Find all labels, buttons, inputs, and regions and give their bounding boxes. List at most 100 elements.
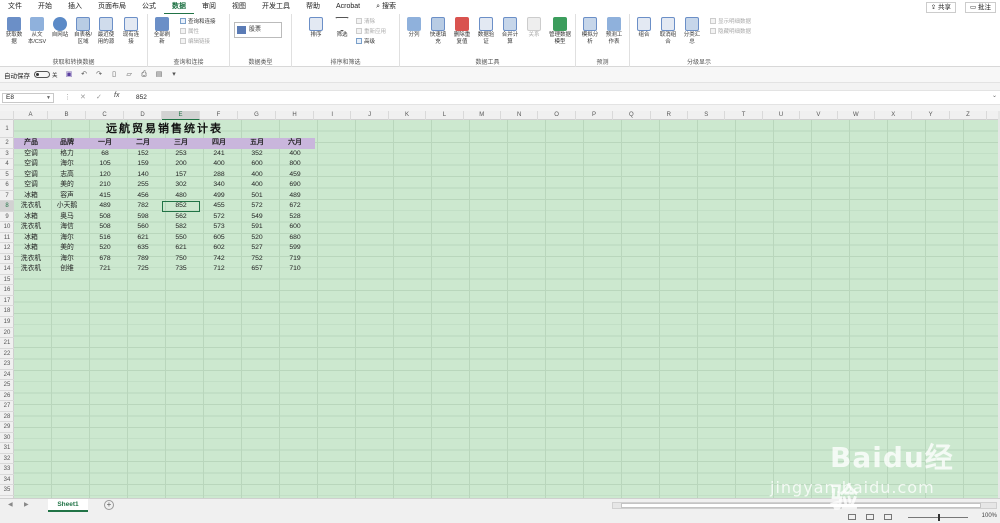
table-cell[interactable]: 582: [162, 222, 200, 233]
header-cell[interactable]: 品牌: [48, 138, 86, 149]
table-cell[interactable]: 志高: [48, 170, 86, 181]
recent-sources-button[interactable]: 最近使用的源: [96, 17, 116, 45]
table-cell[interactable]: 459: [276, 170, 314, 181]
header-cell[interactable]: 三月: [162, 138, 200, 149]
flash-fill-button[interactable]: 快速填充: [428, 17, 448, 45]
row-header[interactable]: 34: [0, 475, 14, 486]
column-header[interactable]: P: [576, 111, 614, 120]
table-cell[interactable]: 冰箱: [14, 212, 48, 223]
table-cell[interactable]: 600: [276, 222, 314, 233]
comment-button[interactable]: ▭ 批注: [965, 2, 996, 13]
table-cell[interactable]: 140: [124, 170, 162, 181]
table-cell[interactable]: 冰箱: [14, 233, 48, 244]
autosave-toggle[interactable]: [34, 71, 50, 78]
row-header[interactable]: 2: [0, 138, 14, 149]
table-cell[interactable]: 719: [276, 254, 314, 265]
row-header[interactable]: 6: [0, 180, 14, 191]
save-icon[interactable]: ▣: [66, 71, 73, 78]
header-cell[interactable]: 一月: [86, 138, 124, 149]
expand-formula-icon[interactable]: ⌄: [992, 92, 997, 99]
table-cell[interactable]: 152: [124, 149, 162, 160]
cell-area[interactable]: 远航贸易销售统计表 产品 品牌 一月 二月 三月 四月 五月 六月 空调 格力 68 152 253 2…: [14, 120, 998, 498]
cancel-icon[interactable]: ✕: [80, 93, 86, 101]
table-cell[interactable]: 洗衣机: [14, 222, 48, 233]
column-header[interactable]: H: [276, 111, 314, 120]
row-header[interactable]: 12: [0, 243, 14, 254]
column-header[interactable]: E: [162, 111, 200, 120]
column-header[interactable]: R: [651, 111, 688, 120]
manage-data-model-button[interactable]: 管理数据模型: [548, 17, 572, 45]
row-header[interactable]: 25: [0, 380, 14, 391]
from-text-button[interactable]: 从文本/CSV: [27, 17, 47, 45]
column-header[interactable]: B: [48, 111, 86, 120]
zoom-level[interactable]: 100%: [982, 513, 997, 519]
table-cell[interactable]: 空调: [14, 180, 48, 191]
table-cell[interactable]: 157: [162, 170, 200, 181]
undo-icon[interactable]: ↶: [81, 71, 88, 78]
from-table-button[interactable]: 自表格/区域: [73, 17, 93, 45]
table-cell[interactable]: 159: [124, 159, 162, 170]
table-cell[interactable]: 120: [86, 170, 124, 181]
table-cell[interactable]: 海尔: [48, 159, 86, 170]
insert-function-button[interactable]: fx: [114, 92, 119, 99]
chevron-down-icon[interactable]: ▼: [46, 94, 51, 102]
horizontal-scrollbar[interactable]: [612, 502, 997, 509]
table-cell[interactable]: 572: [238, 201, 276, 212]
worksheet-grid[interactable]: ABCDEFGHIJKLMNOPQRSTUVWXYZ 1 2 3 4 5 6 7 8 9 10 11…: [0, 111, 998, 498]
advanced-button[interactable]: 高级: [356, 38, 375, 46]
table-cell[interactable]: 782: [124, 201, 162, 212]
table-cell[interactable]: 621: [162, 243, 200, 254]
tab-help[interactable]: 帮助: [298, 0, 328, 14]
row-header[interactable]: 15: [0, 275, 14, 286]
column-header[interactable]: F: [200, 111, 238, 120]
table-cell[interactable]: 680: [276, 233, 314, 244]
row-header[interactable]: 20: [0, 328, 14, 339]
normal-view-icon[interactable]: [848, 514, 856, 520]
table-cell[interactable]: 499: [200, 191, 238, 202]
table-cell[interactable]: 678: [86, 254, 124, 265]
table-cell[interactable]: 750: [162, 254, 200, 265]
tab-view[interactable]: 视图: [224, 0, 254, 14]
hide-detail-button[interactable]: 隐藏明细数据: [710, 28, 751, 36]
formula-input[interactable]: 852: [130, 92, 990, 104]
table-cell[interactable]: 735: [162, 264, 200, 275]
row-header[interactable]: 31: [0, 443, 14, 454]
queries-connections-button[interactable]: 查询和连接: [180, 18, 216, 26]
table-cell[interactable]: 海信: [48, 222, 86, 233]
scrollbar-thumb[interactable]: [621, 503, 981, 508]
customize-icon[interactable]: ▾: [171, 71, 178, 78]
text-to-columns-button[interactable]: 分列: [404, 17, 424, 39]
zoom-slider[interactable]: [908, 514, 968, 521]
header-cell[interactable]: 六月: [276, 138, 314, 149]
table-cell[interactable]: 冰箱: [14, 191, 48, 202]
row-header[interactable]: 4: [0, 159, 14, 170]
forecast-sheet-button[interactable]: 预测工作表: [604, 17, 624, 45]
next-sheet-icon[interactable]: ▶: [24, 501, 29, 508]
header-cell[interactable]: 二月: [124, 138, 162, 149]
table-cell[interactable]: 小天鹅: [48, 201, 86, 212]
row-header[interactable]: 33: [0, 464, 14, 475]
table-cell[interactable]: 400: [238, 180, 276, 191]
table-cell[interactable]: 200: [162, 159, 200, 170]
prev-sheet-icon[interactable]: ◀: [8, 501, 13, 508]
remove-duplicates-button[interactable]: 删除重复值: [452, 17, 472, 45]
table-cell[interactable]: 489: [86, 201, 124, 212]
table-cell[interactable]: 621: [124, 233, 162, 244]
tab-review[interactable]: 审阅: [194, 0, 224, 14]
table-cell[interactable]: 美的: [48, 180, 86, 191]
open-icon[interactable]: ▱: [126, 71, 133, 78]
table-cell[interactable]: 657: [238, 264, 276, 275]
table-cell[interactable]: 508: [86, 222, 124, 233]
row-header[interactable]: 26: [0, 391, 14, 402]
new-file-icon[interactable]: ▯: [111, 71, 118, 78]
row-header[interactable]: 16: [0, 285, 14, 296]
row-header[interactable]: 35: [0, 485, 14, 496]
get-data-button[interactable]: 获取数据: [4, 17, 24, 45]
tab-data[interactable]: 数据: [164, 0, 194, 14]
table-cell[interactable]: 725: [124, 264, 162, 275]
print-icon[interactable]: ⎙: [141, 71, 148, 78]
tab-page-layout[interactable]: 页面布局: [90, 0, 134, 14]
table-cell[interactable]: 创维: [48, 264, 86, 275]
sort-button[interactable]: 排序: [306, 17, 326, 39]
row-header[interactable]: 1: [0, 120, 14, 138]
